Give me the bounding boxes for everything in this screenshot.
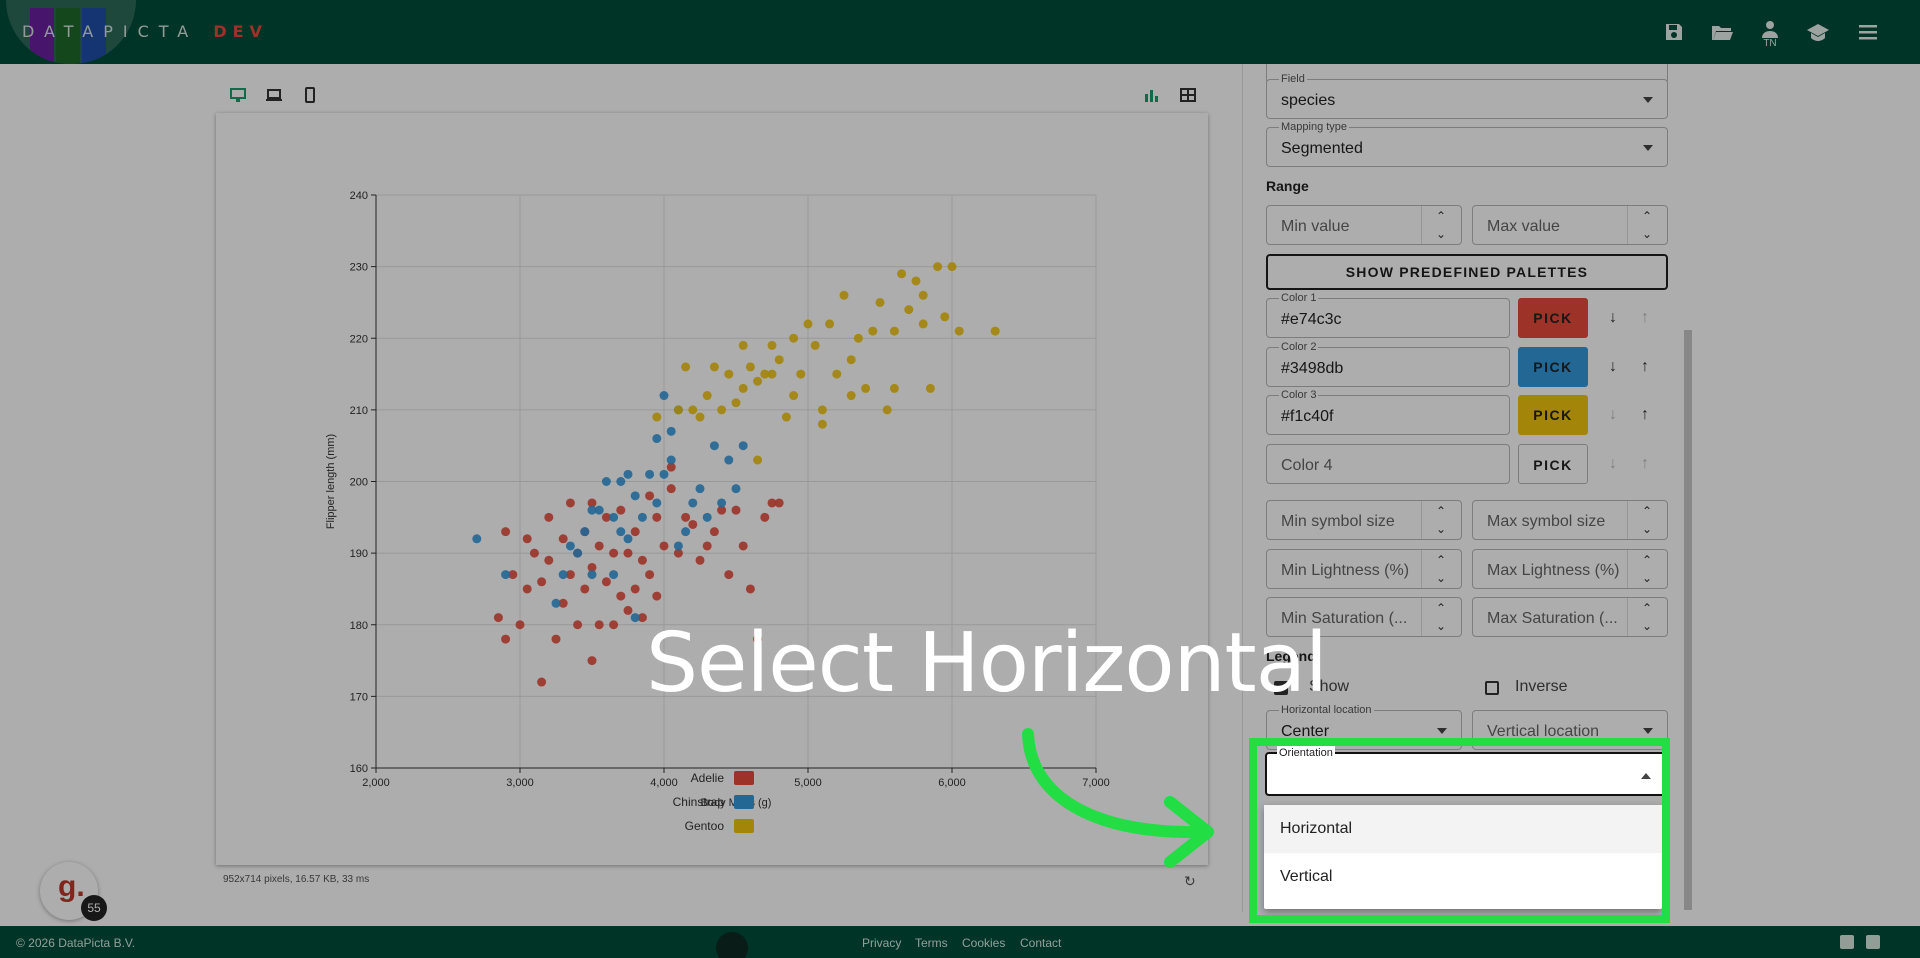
tutorial-highlight-box — [1249, 738, 1670, 923]
tutorial-arrow-icon — [1022, 728, 1214, 868]
tutorial-instruction: Select Horizontal — [646, 616, 1328, 711]
